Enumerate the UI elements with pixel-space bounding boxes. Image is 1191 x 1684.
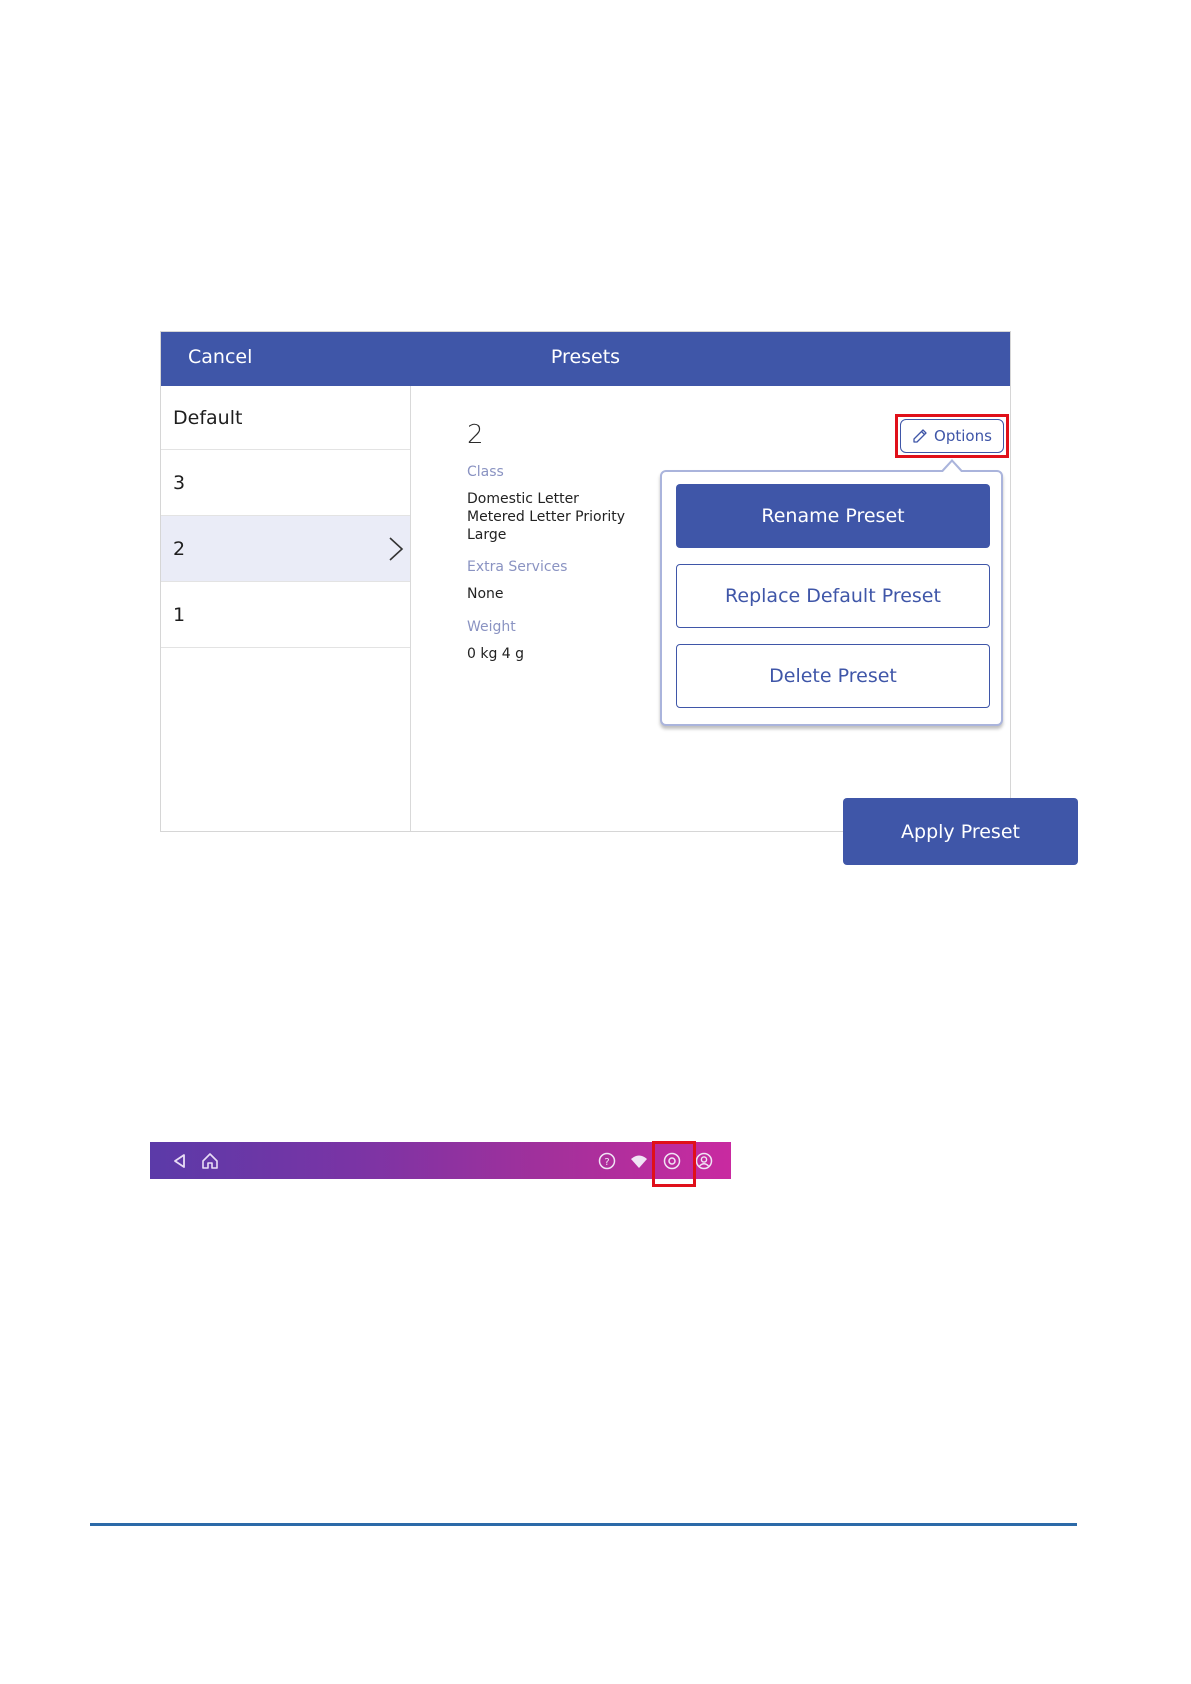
preset-item-3[interactable]: 3 — [161, 450, 410, 516]
preset-item-1[interactable]: 1 — [161, 582, 410, 648]
preset-list: Default 3 2 1 — [161, 386, 411, 831]
preset-item-default[interactable]: Default — [161, 386, 410, 450]
class-value: Domestic Letter Metered Letter Priority … — [467, 490, 625, 544]
apply-preset-button[interactable]: Apply Preset — [843, 798, 1078, 865]
preset-item-label: 2 — [173, 538, 186, 560]
class-value-line: Large — [467, 527, 507, 543]
page-divider — [90, 1523, 1077, 1526]
class-value-line: Metered Letter Priority — [467, 509, 625, 525]
navigation-bar: ? — [150, 1142, 731, 1179]
help-icon[interactable]: ? — [597, 1151, 617, 1171]
presets-screen: Cancel Presets Default 3 2 1 2 Class Dom… — [160, 331, 1078, 865]
class-value-line: Domestic Letter — [467, 491, 579, 507]
back-icon[interactable] — [170, 1151, 190, 1171]
preset-name: 2 — [467, 420, 484, 450]
options-highlight-box — [895, 414, 1009, 458]
chevron-right-icon — [389, 537, 404, 561]
options-popover: Rename Preset Replace Default Preset Del… — [660, 470, 1003, 726]
class-label: Class — [467, 464, 504, 480]
extra-services-value: None — [467, 586, 504, 602]
rename-preset-button[interactable]: Rename Preset — [676, 484, 990, 548]
extra-services-label: Extra Services — [467, 559, 568, 575]
preset-item-2[interactable]: 2 — [161, 516, 410, 582]
wifi-icon[interactable] — [629, 1151, 649, 1171]
preset-item-label: Default — [173, 407, 243, 429]
weight-label: Weight — [467, 619, 516, 635]
weight-value: 0 kg 4 g — [467, 646, 525, 662]
account-icon[interactable] — [694, 1151, 714, 1171]
preset-item-label: 1 — [173, 604, 186, 626]
home-icon[interactable] — [200, 1151, 220, 1171]
settings-highlight-box — [652, 1141, 696, 1187]
popover-arrow-inner — [942, 462, 962, 473]
page-title: Presets — [550, 346, 621, 368]
top-bar: Cancel Presets — [161, 332, 1010, 386]
replace-default-preset-button[interactable]: Replace Default Preset — [676, 564, 990, 628]
svg-text:?: ? — [604, 1157, 609, 1168]
delete-preset-button[interactable]: Delete Preset — [676, 644, 990, 708]
preset-item-label: 3 — [173, 472, 186, 494]
